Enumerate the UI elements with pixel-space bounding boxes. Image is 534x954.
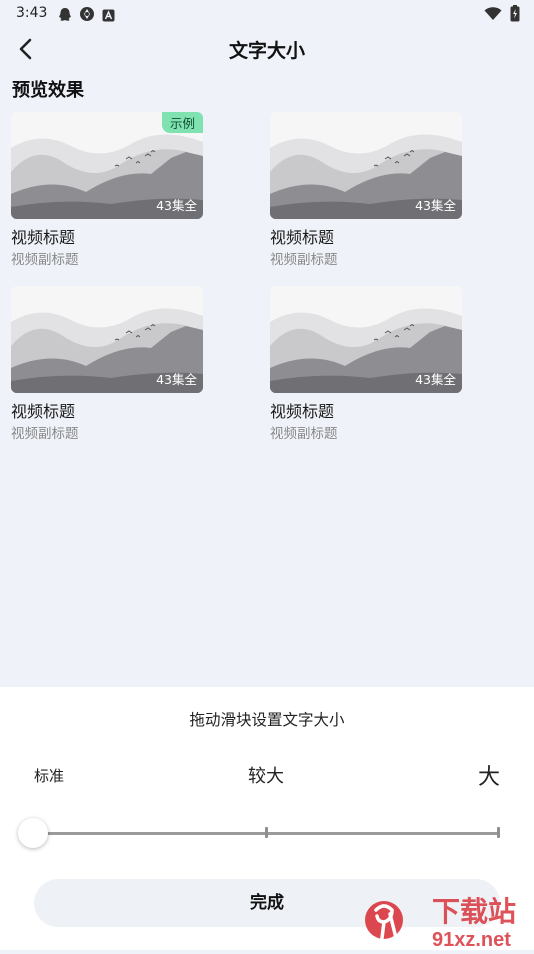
video-subtitle: 视频副标题: [270, 426, 338, 442]
watermark-url: 91xz.net: [432, 929, 511, 950]
slider-tick-larger[interactable]: [265, 827, 268, 838]
video-title: 视频标题: [11, 402, 76, 421]
watermark-logo: 下载站 91xz.net: [362, 886, 534, 951]
episode-count: 43集全: [415, 198, 456, 213]
sample-badge: 示例: [161, 112, 203, 133]
episode-count: 43集全: [415, 372, 456, 387]
video-card[interactable]: 43集全 视频标题 视频副标题: [270, 112, 462, 269]
font-size-slider-thumb[interactable]: [18, 818, 48, 848]
size-option-large[interactable]: 大: [478, 759, 500, 791]
video-title: 视频标题: [270, 228, 335, 247]
app-a-icon: [102, 7, 115, 26]
video-card[interactable]: 43集全 视频标题 视频副标题: [11, 286, 203, 443]
notification-icons: [58, 6, 115, 26]
watermark-text: 下载站: [432, 896, 516, 927]
status-time: 3:43: [16, 5, 48, 21]
video-thumbnail: 43集全: [11, 286, 203, 393]
video-card[interactable]: 示例 43集全 视频标题 视频副标题: [11, 112, 203, 269]
watermark-emblem: [365, 901, 403, 940]
video-card[interactable]: 43集全 视频标题 视频副标题: [270, 286, 462, 443]
battery-icon: [510, 5, 520, 26]
slider-tick-large[interactable]: [497, 827, 500, 838]
video-thumbnail: 示例 43集全: [11, 112, 203, 219]
slider-hint: 拖动滑块设置文字大小: [189, 711, 345, 729]
episode-count: 43集全: [156, 372, 197, 387]
video-subtitle: 视频副标题: [11, 252, 79, 268]
wifi-icon: [484, 6, 502, 25]
preview-section-title: 预览效果: [12, 80, 84, 101]
size-option-larger[interactable]: 较大: [248, 762, 284, 788]
video-thumbnail: 43集全: [270, 286, 462, 393]
aperture-icon: [79, 6, 95, 26]
status-bar: 3:43: [0, 0, 534, 28]
qq-icon: [58, 7, 72, 26]
video-thumbnail: 43集全: [270, 112, 462, 219]
video-subtitle: 视频副标题: [11, 426, 79, 442]
header: 文字大小: [0, 28, 534, 72]
episode-count: 43集全: [156, 198, 197, 213]
page-title: 文字大小: [228, 40, 305, 62]
size-option-standard[interactable]: 标准: [34, 765, 64, 786]
video-title: 视频标题: [270, 402, 335, 421]
video-subtitle: 视频副标题: [270, 252, 338, 268]
video-title: 视频标题: [11, 228, 76, 247]
system-icons: [484, 5, 520, 26]
